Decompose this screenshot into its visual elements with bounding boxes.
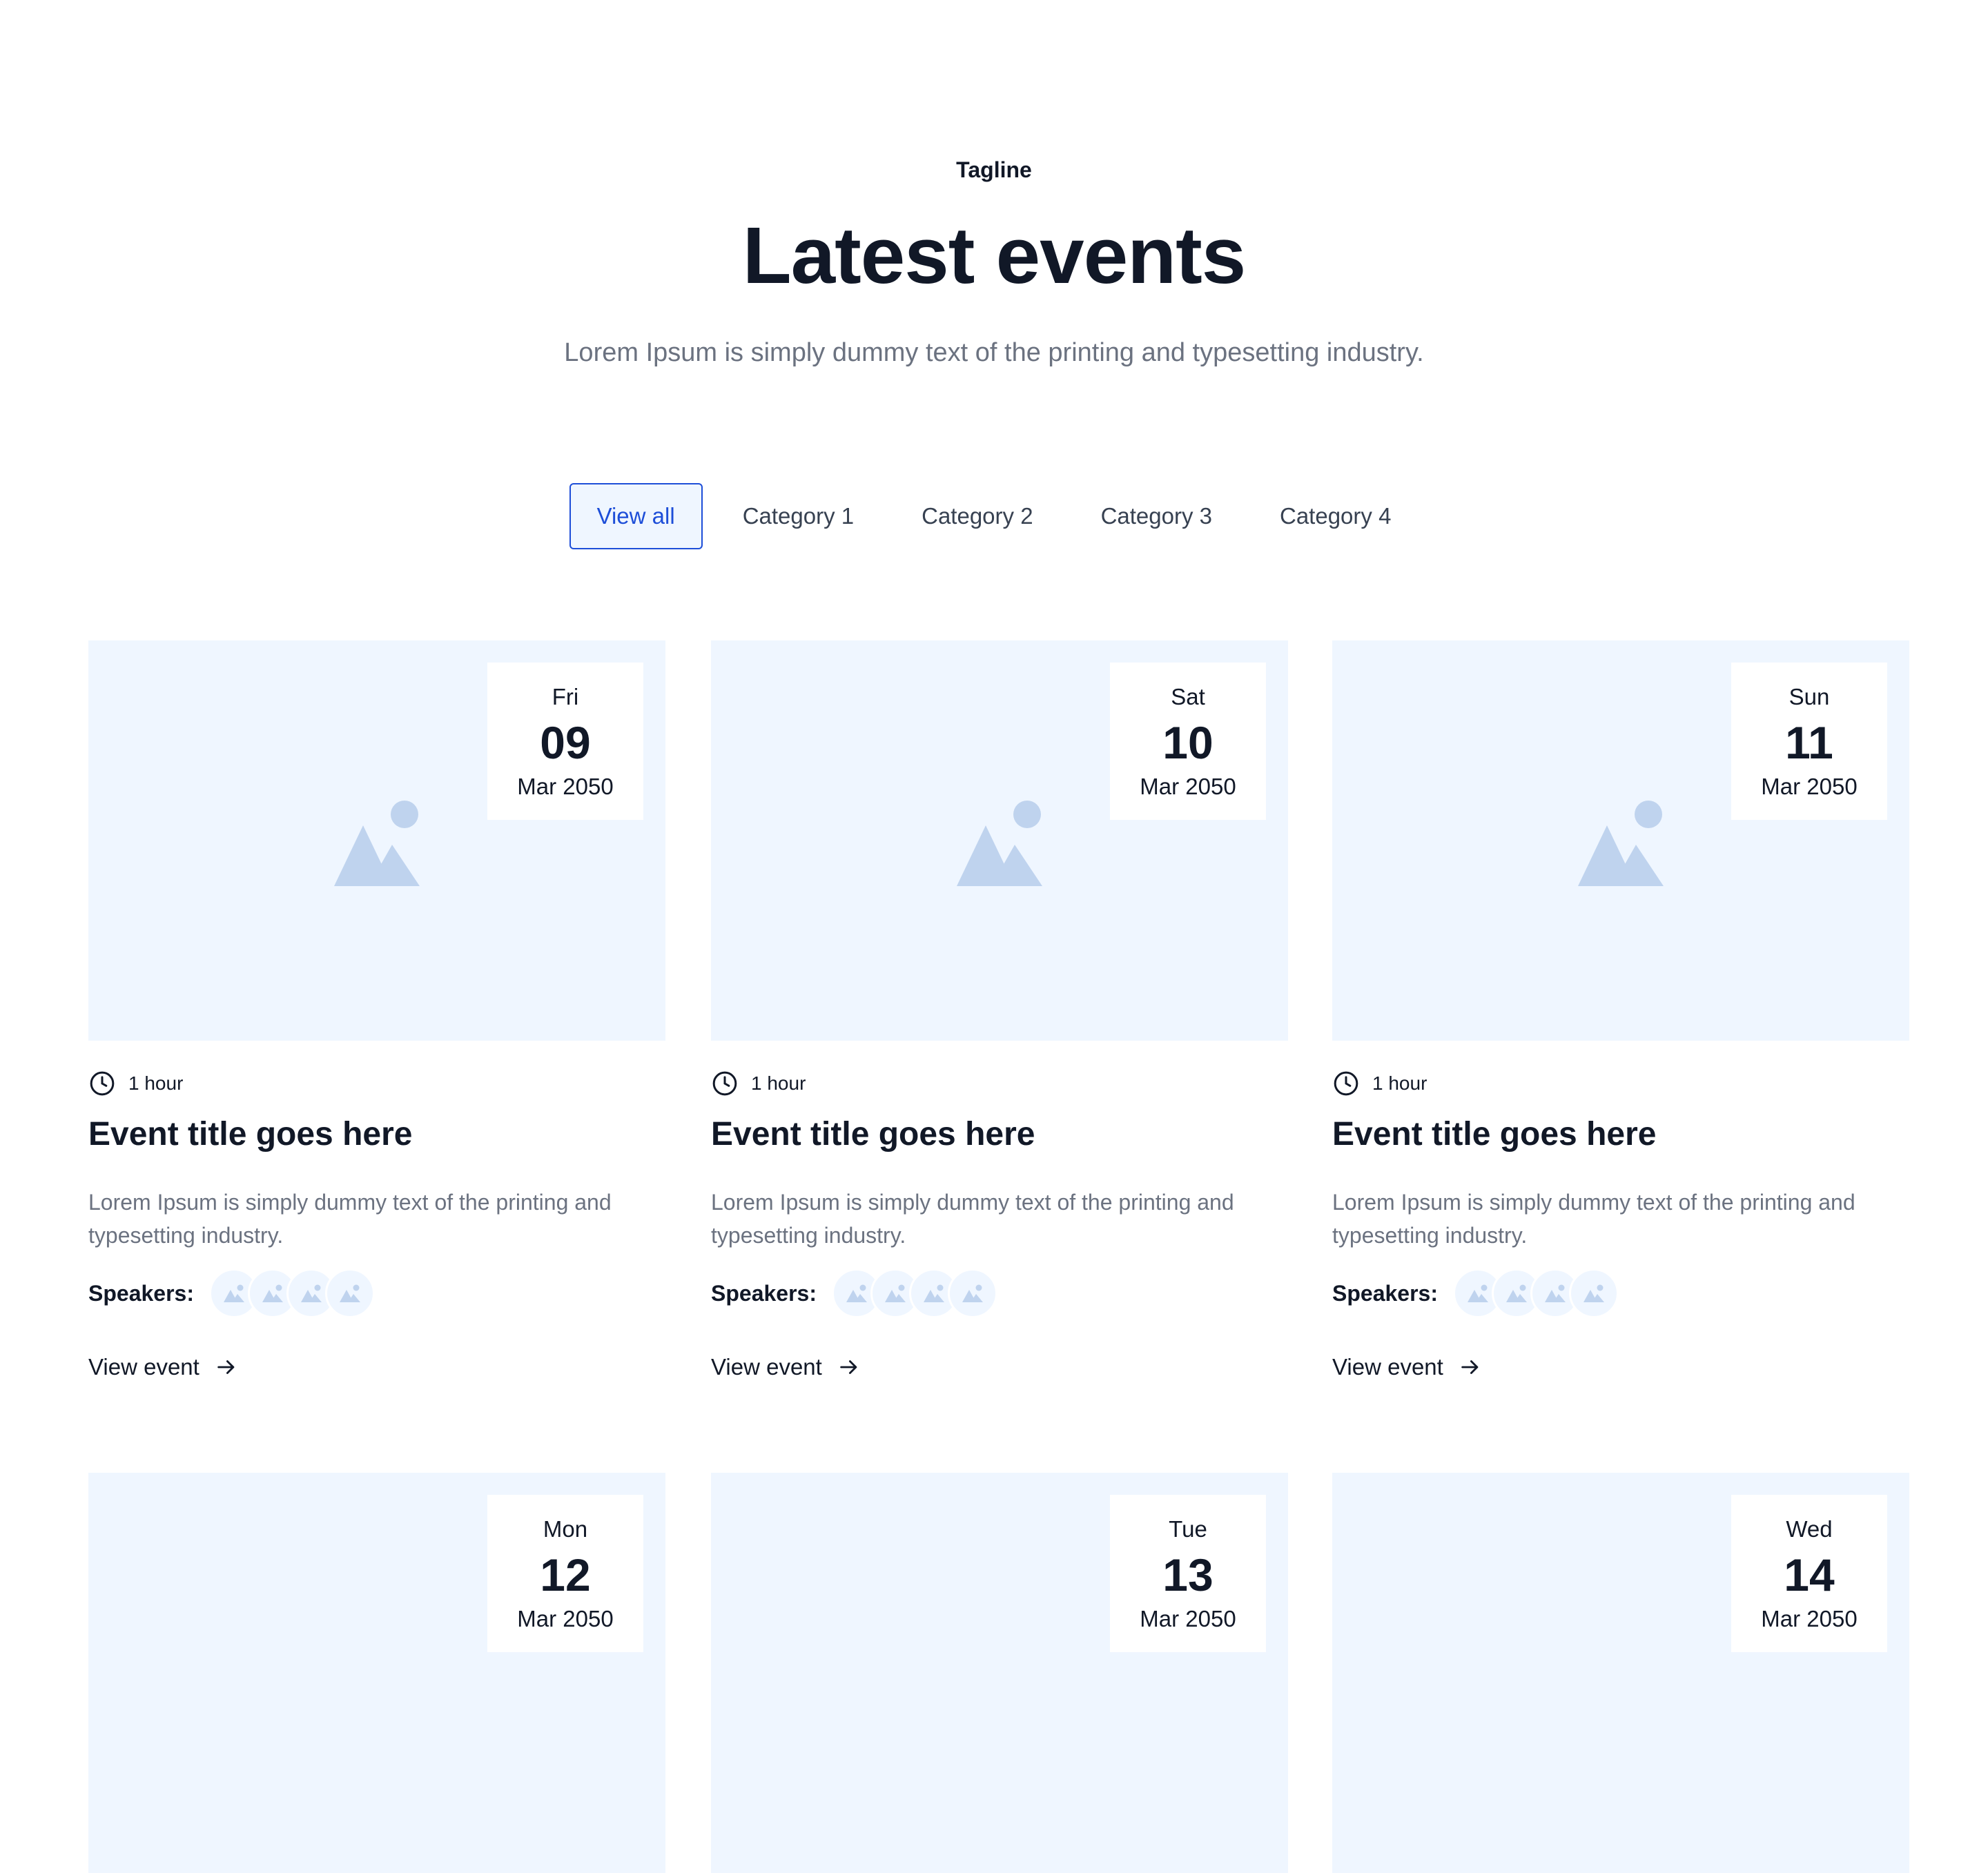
event-description: Lorem Ipsum is simply dummy text of the … <box>88 1190 612 1248</box>
date-badge: Wed 14 Mar 2050 <box>1731 1495 1887 1652</box>
event-card: Fri 09 Mar 2050 1 hour Event title goes … <box>88 640 665 1380</box>
tagline: Tagline <box>956 157 1032 182</box>
event-image: Sun 11 Mar 2050 <box>1332 640 1909 1041</box>
event-speakers: Speakers: <box>1332 1268 1619 1318</box>
view-event-label: View event <box>1332 1354 1443 1380</box>
view-event-label: View event <box>88 1354 199 1380</box>
date-day: 11 <box>1785 717 1833 768</box>
clock-icon <box>712 1071 737 1096</box>
view-event-link[interactable]: View event <box>88 1354 238 1380</box>
view-event-link[interactable]: View event <box>1332 1354 1482 1380</box>
date-month-year: Mar 2050 <box>517 774 614 799</box>
avatar-placeholder-icon <box>846 1284 867 1302</box>
date-badge: Sat 10 Mar 2050 <box>1110 663 1266 820</box>
date-badge: Fri 09 Mar 2050 <box>487 663 643 820</box>
clock-icon <box>90 1071 115 1096</box>
event-description: Lorem Ipsum is simply dummy text of the … <box>711 1190 1234 1248</box>
avatar-placeholder-icon <box>262 1284 283 1302</box>
avatar-placeholder-icon <box>1467 1284 1488 1302</box>
event-image: Wed 14 Mar 2050 <box>1332 1473 1909 1873</box>
page-title: Latest events <box>742 210 1246 300</box>
duration-text: 1 hour <box>128 1072 184 1094</box>
arrow-right-icon <box>217 1360 235 1374</box>
event-image: Sat 10 Mar 2050 <box>711 640 1288 1041</box>
event-description: Lorem Ipsum is simply dummy text of the … <box>1332 1190 1855 1248</box>
event-duration: 1 hour <box>88 1070 183 1097</box>
tab-category-1[interactable]: Category 1 <box>715 483 881 549</box>
avatar <box>1568 1268 1619 1318</box>
clock-icon <box>1334 1071 1358 1096</box>
events-section: Tagline Latest events Lorem Ipsum is sim… <box>0 0 1988 1873</box>
event-title: Event title goes here <box>711 1116 1035 1153</box>
date-weekday: Wed <box>1786 1516 1833 1542</box>
event-card: Sat 10 Mar 2050 1 hour Event title goes … <box>711 640 1288 1380</box>
arrow-right-icon <box>1461 1360 1479 1374</box>
speaker-avatars <box>1452 1268 1619 1318</box>
event-image: Tue 13 Mar 2050 <box>711 1473 1288 1873</box>
date-month-year: Mar 2050 <box>517 1606 614 1631</box>
avatar <box>324 1268 375 1318</box>
avatar-placeholder-icon <box>923 1284 944 1302</box>
date-day: 10 <box>1162 717 1214 768</box>
event-card: Mon 12 Mar 2050 <box>88 1473 665 1873</box>
view-event-label: View event <box>711 1354 822 1380</box>
date-month-year: Mar 2050 <box>1761 774 1858 799</box>
avatar-placeholder-icon <box>223 1284 244 1302</box>
tab-category-3[interactable]: Category 3 <box>1073 483 1240 549</box>
speakers-label: Speakers: <box>1332 1280 1438 1306</box>
event-speakers: Speakers: <box>88 1268 375 1318</box>
duration-text: 1 hour <box>1372 1072 1427 1094</box>
section-description: Lorem Ipsum is simply dummy text of the … <box>564 338 1424 367</box>
avatar-placeholder-icon <box>339 1284 360 1302</box>
event-card: Sun 11 Mar 2050 1 hour Event title goes … <box>1332 640 1909 1380</box>
date-day: 14 <box>1784 1549 1835 1600</box>
date-day: 09 <box>540 717 591 768</box>
speakers-label: Speakers: <box>711 1280 817 1306</box>
tab-view-all[interactable]: View all <box>569 483 703 549</box>
date-weekday: Sun <box>1789 684 1830 709</box>
speaker-avatars <box>831 1268 997 1318</box>
duration-text: 1 hour <box>751 1072 806 1094</box>
avatar-placeholder-icon <box>884 1284 906 1302</box>
date-day: 12 <box>540 1549 591 1600</box>
event-title: Event title goes here <box>1332 1116 1657 1153</box>
date-day: 13 <box>1162 1549 1214 1600</box>
date-badge: Mon 12 Mar 2050 <box>487 1495 643 1652</box>
date-weekday: Tue <box>1169 1516 1207 1542</box>
arrow-right-icon <box>840 1360 857 1374</box>
event-image: Fri 09 Mar 2050 <box>88 640 665 1041</box>
event-duration: 1 hour <box>711 1070 806 1097</box>
date-badge: Sun 11 Mar 2050 <box>1731 663 1887 820</box>
avatar-placeholder-icon <box>1544 1284 1566 1302</box>
date-weekday: Sat <box>1171 684 1205 709</box>
speakers-label: Speakers: <box>88 1280 194 1306</box>
event-duration: 1 hour <box>1332 1070 1427 1097</box>
date-month-year: Mar 2050 <box>1140 1606 1236 1631</box>
category-tabs: View all Category 1 Category 2 Category … <box>0 483 1988 549</box>
avatar-placeholder-icon <box>1583 1284 1604 1302</box>
date-month-year: Mar 2050 <box>1761 1606 1858 1631</box>
event-image: Mon 12 Mar 2050 <box>88 1473 665 1873</box>
event-card: Tue 13 Mar 2050 <box>711 1473 1288 1873</box>
event-card: Wed 14 Mar 2050 <box>1332 1473 1909 1873</box>
avatar <box>947 1268 997 1318</box>
date-month-year: Mar 2050 <box>1140 774 1236 799</box>
event-speakers: Speakers: <box>711 1268 997 1318</box>
image-placeholder-icon <box>957 801 1042 886</box>
date-weekday: Fri <box>552 684 579 709</box>
tab-category-2[interactable]: Category 2 <box>894 483 1060 549</box>
date-weekday: Mon <box>543 1516 588 1542</box>
tab-category-4[interactable]: Category 4 <box>1252 483 1419 549</box>
speaker-avatars <box>208 1268 375 1318</box>
avatar-placeholder-icon <box>300 1284 322 1302</box>
image-placeholder-icon <box>1578 801 1664 886</box>
avatar-placeholder-icon <box>962 1284 983 1302</box>
date-badge: Tue 13 Mar 2050 <box>1110 1495 1266 1652</box>
event-title: Event title goes here <box>88 1116 413 1153</box>
image-placeholder-icon <box>334 801 420 886</box>
avatar-placeholder-icon <box>1505 1284 1527 1302</box>
view-event-link[interactable]: View event <box>711 1354 861 1380</box>
